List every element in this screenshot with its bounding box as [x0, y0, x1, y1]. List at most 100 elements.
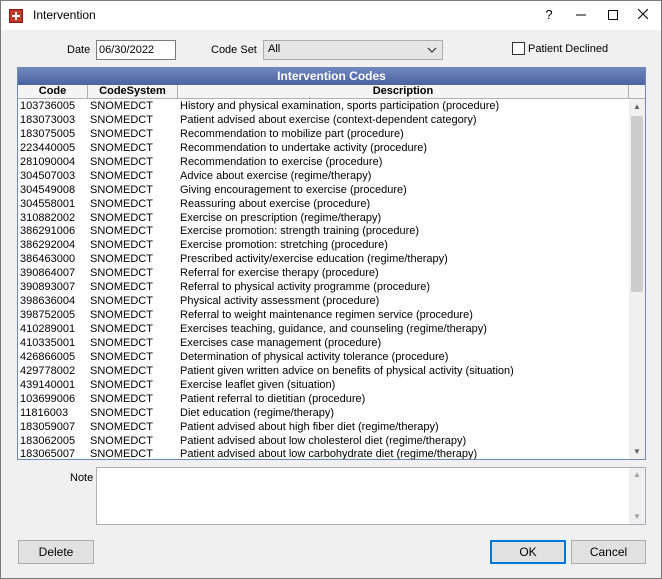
- table-row[interactable]: 410289001 SNOMEDCT Exercises teaching, gui…: [18, 323, 629, 337]
- table-row[interactable]: 183073003 SNOMEDCT Patient advised about e…: [18, 114, 629, 128]
- table-row[interactable]: 183065007 SNOMEDCT Patient advised about l…: [18, 448, 629, 459]
- code-cell: 304549008: [20, 183, 76, 196]
- table-row[interactable]: 183059007 SNOMEDCT Patient advised about h…: [18, 421, 629, 435]
- maximize-icon: [608, 10, 618, 20]
- delete-button[interactable]: Delete: [18, 540, 94, 564]
- codesystem-cell: SNOMEDCT: [90, 323, 153, 335]
- code-cell: 410335001: [20, 336, 76, 349]
- note-label: Note: [70, 472, 94, 484]
- codesystem-cell: SNOMEDCT: [90, 155, 153, 168]
- codesystem-cell: SNOMEDCT: [90, 392, 153, 405]
- table-row[interactable]: 223440005 SNOMEDCT Recommendation to under…: [18, 142, 629, 156]
- patient-declined-checkbox[interactable]: [512, 42, 525, 55]
- table-row[interactable]: 398752005 SNOMEDCT Referral to weight main…: [18, 309, 629, 323]
- description-cell: Patient given written advice on benefits…: [180, 364, 514, 377]
- code-cell: 390893007: [20, 281, 76, 294]
- table-row[interactable]: 304549008 SNOMEDCT Giving encouragement to…: [18, 184, 629, 198]
- code-cell: 390864007: [20, 267, 76, 280]
- description-cell: Physical activity assessment (procedure): [180, 295, 380, 308]
- table-row[interactable]: 398636004 SNOMEDCT Physical activity asses…: [18, 295, 629, 309]
- scroll-down-icon[interactable]: ▼: [629, 444, 645, 459]
- table-row[interactable]: 281090004 SNOMEDCT Recommendation to exerc…: [18, 156, 629, 170]
- code-cell: 410289001: [20, 323, 76, 335]
- grid-title: Intervention Codes: [18, 68, 645, 85]
- description-cell: Recommendation to undertake activity (pr…: [180, 141, 428, 154]
- codesystem-cell: SNOMEDCT: [90, 350, 153, 363]
- table-row[interactable]: 426866005 SNOMEDCT Determination of physic…: [18, 351, 629, 365]
- table-row[interactable]: 310882002 SNOMEDCT Exercise on prescriptio…: [18, 212, 629, 226]
- table-row[interactable]: 386463000 SNOMEDCT Prescribed activity/exe…: [18, 253, 629, 267]
- table-row[interactable]: 304507003 SNOMEDCT Advice about exercise (…: [18, 170, 629, 184]
- code-cell: 429778002: [20, 364, 76, 377]
- scroll-down-icon[interactable]: ▼: [629, 510, 645, 524]
- maximize-button[interactable]: [597, 4, 629, 26]
- table-row[interactable]: 390864007 SNOMEDCT Referral for exercise t…: [18, 267, 629, 281]
- description-cell: Exercises teaching, guidance, and counse…: [180, 323, 487, 335]
- title-bar: Intervention ?: [1, 1, 661, 30]
- close-button[interactable]: [627, 4, 659, 26]
- code-cell: 398752005: [20, 309, 76, 322]
- codesystem-cell: SNOMEDCT: [90, 253, 153, 266]
- table-row[interactable]: 183075005 SNOMEDCT Recommendation to mobil…: [18, 128, 629, 142]
- codesystem-cell: SNOMEDCT: [90, 141, 153, 154]
- cancel-button[interactable]: Cancel: [571, 540, 646, 564]
- minimize-icon: [576, 14, 586, 16]
- table-row[interactable]: 103699006 SNOMEDCT Patient referral to die…: [18, 393, 629, 407]
- table-row[interactable]: 386292004 SNOMEDCT Exercise promotion: str…: [18, 239, 629, 253]
- table-row[interactable]: 439140001 SNOMEDCT Exercise leaflet given …: [18, 379, 629, 393]
- table-row[interactable]: 183062005 SNOMEDCT Patient advised about l…: [18, 435, 629, 449]
- intervention-dialog: Intervention ? Date Code Set All Patient…: [0, 0, 662, 579]
- codesystem-cell: SNOMEDCT: [90, 309, 153, 322]
- code-cell: 103736005: [20, 100, 76, 112]
- code-set-dropdown[interactable]: All: [263, 40, 443, 60]
- scroll-up-icon[interactable]: ▲: [629, 468, 645, 482]
- code-cell: 386463000: [20, 253, 76, 266]
- code-cell: 183062005: [20, 434, 76, 447]
- scroll-thumb[interactable]: [631, 116, 643, 292]
- table-row[interactable]: 390893007 SNOMEDCT Referral to physical ac…: [18, 281, 629, 295]
- code-set-label: Code Set: [211, 44, 257, 56]
- codesystem-cell: SNOMEDCT: [90, 406, 153, 419]
- table-row[interactable]: 429778002 SNOMEDCT Patient given written a…: [18, 365, 629, 379]
- grid-vertical-scrollbar[interactable]: ▲ ▼: [629, 99, 645, 459]
- code-cell: 183075005: [20, 127, 76, 140]
- description-cell: Recommendation to exercise (procedure): [180, 155, 383, 168]
- codesystem-cell: SNOMEDCT: [90, 434, 153, 447]
- codesystem-cell: SNOMEDCT: [90, 100, 153, 112]
- code-cell: 310882002: [20, 211, 76, 224]
- description-cell: Referral to weight maintenance regimen s…: [180, 309, 473, 322]
- app-icon: [9, 9, 23, 23]
- minimize-button[interactable]: [565, 4, 597, 26]
- table-row[interactable]: 11816003 SNOMEDCT Diet education (regime/t…: [18, 407, 629, 421]
- description-cell: Exercise leaflet given (situation): [180, 378, 336, 391]
- help-button[interactable]: ?: [533, 4, 565, 26]
- date-input[interactable]: [96, 40, 176, 60]
- description-cell: Exercises case management (procedure): [180, 336, 382, 349]
- description-cell: Patient referral to dietitian (procedure…: [180, 392, 366, 405]
- code-cell: 183065007: [20, 448, 76, 459]
- date-label: Date: [67, 44, 91, 56]
- table-row[interactable]: 386291006 SNOMEDCT Exercise promotion: str…: [18, 225, 629, 239]
- description-cell: Recommendation to mobilize part (procedu…: [180, 127, 404, 140]
- note-textarea[interactable]: ▲ ▼: [96, 467, 646, 525]
- codesystem-cell: SNOMEDCT: [90, 281, 153, 294]
- table-row[interactable]: 103736005 SNOMEDCT History and physical ex…: [18, 100, 629, 114]
- table-row[interactable]: 304558001 SNOMEDCT Reassuring about exerci…: [18, 198, 629, 212]
- code-cell: 304558001: [20, 197, 76, 210]
- column-header-codesystem[interactable]: CodeSystem: [88, 85, 178, 99]
- description-cell: Exercise promotion: stretching (procedur…: [180, 239, 388, 252]
- note-scrollbar[interactable]: ▲ ▼: [629, 468, 645, 524]
- column-header-description[interactable]: Description: [178, 85, 629, 99]
- ok-button[interactable]: OK: [490, 540, 566, 564]
- code-cell: 281090004: [20, 155, 76, 168]
- description-cell: Diet education (regime/therapy): [180, 406, 335, 419]
- code-cell: 103699006: [20, 392, 76, 405]
- column-header-code[interactable]: Code: [18, 85, 88, 99]
- patient-declined-label: Patient Declined: [528, 43, 609, 55]
- description-cell: Prescribed activity/exercise education (…: [180, 253, 448, 266]
- scroll-up-icon[interactable]: ▲: [629, 99, 645, 115]
- codesystem-cell: SNOMEDCT: [90, 127, 153, 140]
- code-cell: 223440005: [20, 141, 76, 154]
- table-row[interactable]: 410335001 SNOMEDCT Exercises case manageme…: [18, 337, 629, 351]
- code-cell: 11816003: [20, 406, 69, 419]
